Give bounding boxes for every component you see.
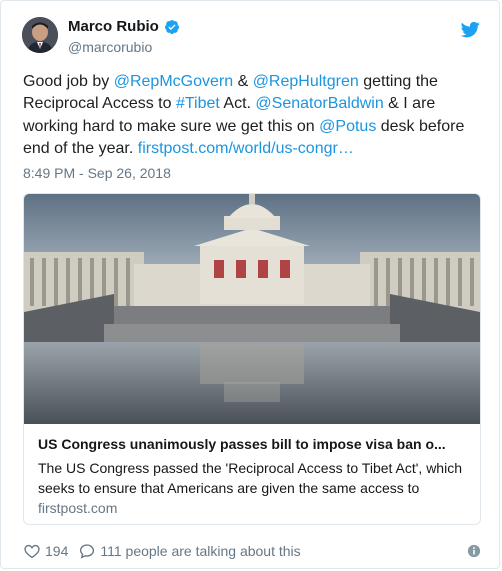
like-button[interactable]: 194 xyxy=(23,542,68,560)
verified-badge-icon xyxy=(164,19,179,34)
avatar-photo-icon xyxy=(22,17,58,53)
capitol-building-image xyxy=(24,194,480,424)
tweet-text-segment: Good job by xyxy=(23,73,114,90)
article-url-link[interactable]: firstpost.com/world/us-congr… xyxy=(138,140,354,157)
author-name-row[interactable]: Marco Rubio xyxy=(68,18,180,35)
twitter-bird-icon[interactable] xyxy=(461,20,480,39)
tweet-text-segment: & xyxy=(233,73,253,90)
mention-potus-link[interactable]: @Potus xyxy=(319,118,376,135)
tweet-text-segment: Act. xyxy=(219,95,256,113)
hashtag-tibet-link[interactable]: #Tibet xyxy=(176,95,220,112)
tweet-timestamp[interactable]: 8:49 PM - Sep 26, 2018 xyxy=(23,165,171,181)
tweet-actions: 194 111 people are talking about this xyxy=(23,542,311,560)
mention-rephultgren-link[interactable]: @RepHultgren xyxy=(253,73,359,90)
card-description: The US Congress passed the 'Reciprocal A… xyxy=(38,460,462,496)
heart-icon xyxy=(24,544,40,559)
author-handle[interactable]: @marcorubio xyxy=(68,39,152,55)
tweet-embed: Marco Rubio @marcorubio Good job by @Rep… xyxy=(0,0,500,569)
like-count: 194 xyxy=(45,543,69,559)
speech-bubble-icon xyxy=(80,544,95,559)
tweet-text: Good job by @RepMcGovern & @RepHultgren … xyxy=(23,71,483,161)
mention-senatorbaldwin-link[interactable]: @SenatorBaldwin xyxy=(255,95,383,112)
author-name[interactable]: Marco Rubio xyxy=(68,18,159,35)
link-preview-card[interactable]: US Congress unanimously passes bill to i… xyxy=(23,193,481,525)
info-icon[interactable] xyxy=(467,544,481,558)
reply-button[interactable]: 111 people are talking about this xyxy=(78,542,301,560)
card-title: US Congress unanimously passes bill to i… xyxy=(38,436,446,452)
card-domain: firstpost.com xyxy=(38,500,118,516)
mention-repmcgovern-link[interactable]: @RepMcGovern xyxy=(114,73,233,90)
talking-about-text: 111 people are talking about this xyxy=(100,543,301,559)
avatar[interactable] xyxy=(22,17,58,53)
